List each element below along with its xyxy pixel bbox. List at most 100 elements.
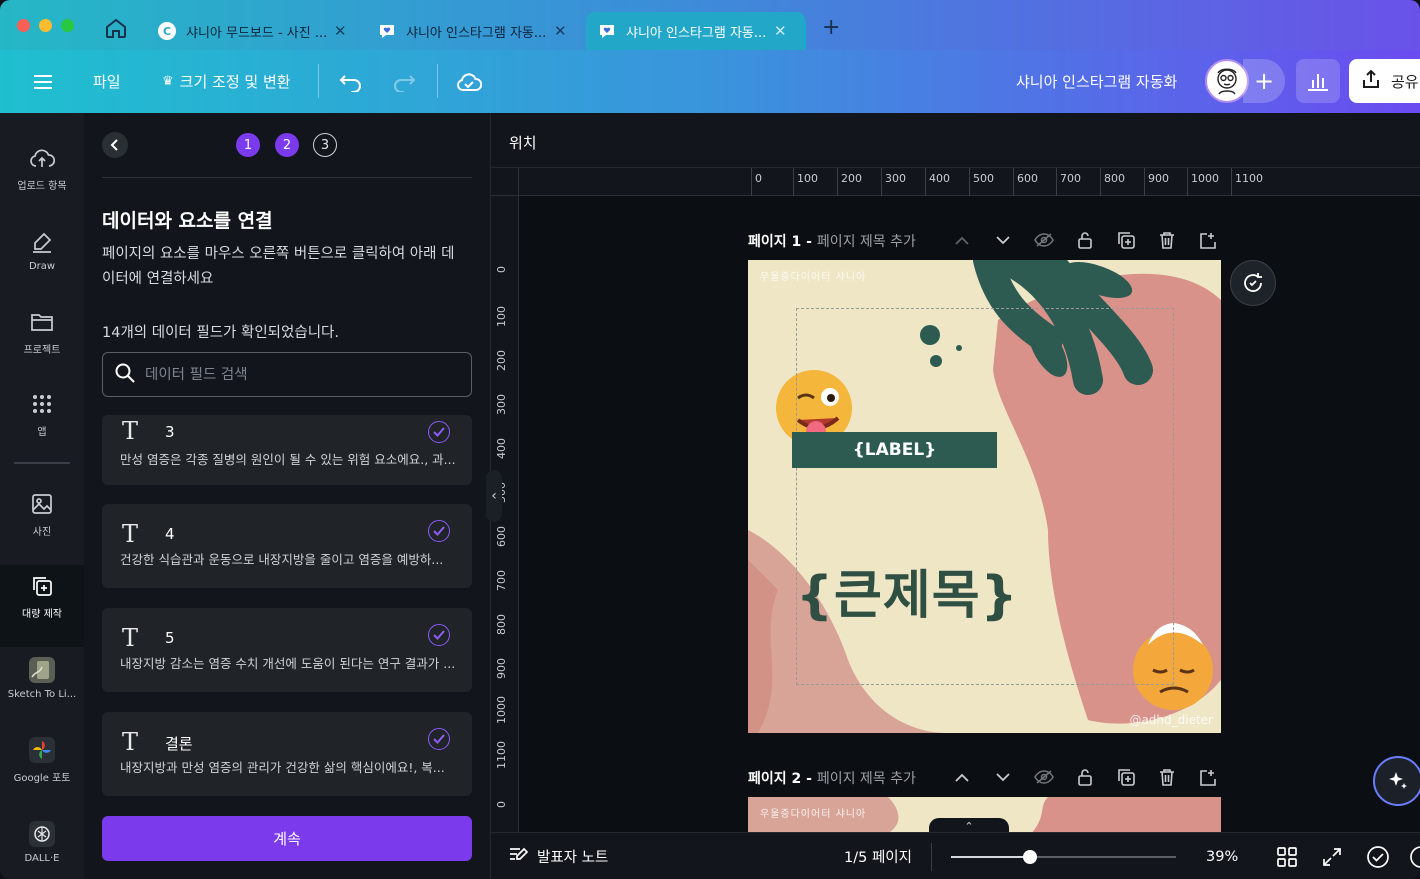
horizontal-ruler[interactable]: 0 100 200 300 400 500 600 700 800 900 10…	[519, 168, 1420, 196]
file-menu-button[interactable]: 파일	[93, 50, 121, 113]
label-placeholder[interactable]: {LABEL}	[792, 432, 997, 468]
zoom-level[interactable]: 39%	[1206, 833, 1238, 879]
sketch-app-icon	[29, 656, 55, 683]
undo-icon[interactable]	[339, 50, 363, 113]
cloud-saved-icon[interactable]	[456, 50, 482, 113]
lock-icon[interactable]	[1064, 228, 1105, 252]
presenter-notes-button[interactable]: 발표자 노트	[509, 833, 608, 879]
ruler-tick: 400	[495, 438, 508, 459]
chevron-up-icon[interactable]	[941, 765, 982, 789]
rail-item-dalle[interactable]: DALL·E	[0, 803, 84, 879]
continue-button[interactable]: 계속	[102, 816, 472, 861]
data-field-card[interactable]: T 결론 내장지방과 만성 염증의 관리가 건강한 삶의 핵심이에요!, 복..…	[102, 712, 472, 796]
brand-text[interactable]: 우울증다이어터 샤니아	[760, 805, 866, 820]
browser-tab-2[interactable]: 샤니아 인스타그램 자동... ✕	[366, 12, 579, 50]
fullscreen-icon[interactable]	[1322, 833, 1342, 879]
folder-icon	[29, 309, 55, 335]
bulk-create-panel: 1 2 3 데이터와 요소를 연결 페이지의 요소를 마우스 오른쪽 버튼으로 …	[84, 113, 490, 879]
minimize-window-button[interactable]	[39, 19, 52, 32]
browser-tab-3[interactable]: 샤니아 인스타그램 자동... ✕	[586, 12, 806, 50]
ruler-corner	[491, 168, 519, 196]
close-tab-icon[interactable]: ✕	[554, 22, 567, 40]
browser-tab-1[interactable]: C 샤니아 무드보드 - 사진 ... ✕	[146, 12, 359, 50]
position-label[interactable]: 위치	[509, 132, 537, 153]
refresh-icon[interactable]	[1230, 260, 1276, 306]
resize-button[interactable]: ♛ 크기 조정 및 변환	[162, 50, 291, 113]
cloud-upload-icon	[29, 145, 55, 171]
hide-page-icon[interactable]	[1023, 228, 1064, 252]
collapse-panel-icon[interactable]: ‹	[486, 470, 502, 522]
rail-label: Google 포토	[13, 772, 71, 784]
rail-label: DALL·E	[24, 852, 60, 864]
google-photos-icon	[29, 736, 55, 763]
duplicate-page-icon[interactable]	[1105, 765, 1146, 789]
help-icon[interactable]	[1409, 833, 1420, 879]
page-title-placeholder[interactable]: 페이지 제목 추가	[817, 771, 916, 787]
text-type-icon: T	[122, 728, 139, 756]
ruler-tick: 700	[495, 570, 508, 591]
chevron-up-icon[interactable]	[941, 228, 982, 252]
page-2-header[interactable]: 페이지 2 - 페이지 제목 추가	[748, 768, 916, 788]
menu-icon[interactable]	[33, 50, 53, 113]
insights-icon[interactable]	[1296, 59, 1340, 103]
share-label: 공유	[1391, 72, 1419, 91]
page-2-controls	[941, 765, 1228, 789]
add-collaborator-button[interactable]: +	[1243, 59, 1285, 103]
ruler-tick: 1100	[495, 741, 508, 769]
rail-item-draw[interactable]: Draw	[0, 211, 84, 289]
design-page-1[interactable]: 우울증다이어터 샤니아 {LABEL} {큰제목} @adhd_dieter	[748, 260, 1221, 733]
share-button[interactable]: 공유	[1349, 59, 1420, 103]
page-number: 페이지 1 -	[748, 234, 817, 250]
check-circle-icon[interactable]	[1366, 833, 1390, 879]
handle-text[interactable]: @adhd_dieter	[1129, 713, 1213, 727]
magic-sparkle-icon[interactable]	[1373, 756, 1420, 806]
close-window-button[interactable]	[17, 19, 30, 32]
home-icon[interactable]	[104, 16, 130, 42]
ruler-tick: 100	[495, 306, 508, 327]
duplicate-page-icon[interactable]	[1105, 228, 1146, 252]
zoom-slider-thumb[interactable]	[1022, 850, 1037, 864]
close-tab-icon[interactable]: ✕	[774, 22, 787, 40]
trash-icon[interactable]	[1146, 228, 1187, 252]
lock-icon[interactable]	[1064, 765, 1105, 789]
grid-view-icon[interactable]	[1277, 833, 1297, 879]
zoom-window-button[interactable]	[61, 19, 74, 32]
selection-frame	[796, 308, 1174, 685]
add-page-icon[interactable]	[1187, 765, 1228, 789]
add-page-icon[interactable]	[1187, 228, 1228, 252]
tab-title: 샤니아 무드보드 - 사진 ...	[186, 25, 326, 41]
zoom-slider[interactable]	[951, 850, 1176, 864]
rail-item-apps[interactable]: 앱	[0, 375, 84, 453]
step-indicator-2: 2	[275, 133, 299, 157]
page-1-header[interactable]: 페이지 1 - 페이지 제목 추가	[748, 231, 916, 251]
data-field-card[interactable]: T 5 내장지방 감소는 염증 수치 개선에 도움이 된다는 연구 결과가 ..…	[102, 608, 472, 692]
new-tab-icon[interactable]: +	[822, 17, 840, 39]
toolbar-divider	[437, 64, 438, 98]
data-field-card[interactable]: T 4 건강한 식습관과 운동으로 내장지방을 줄이고 염증을 예방하...	[102, 504, 472, 588]
back-arrow-icon[interactable]	[102, 132, 128, 158]
search-icon	[115, 363, 135, 387]
data-field-search[interactable]	[102, 352, 472, 397]
trash-icon[interactable]	[1146, 765, 1187, 789]
chevron-down-icon[interactable]	[982, 765, 1023, 789]
rail-item-photos[interactable]: 사진	[0, 475, 84, 553]
rail-item-bulk-create[interactable]: 대량 제작	[0, 557, 84, 635]
redo-icon[interactable]	[392, 50, 416, 113]
big-title-placeholder[interactable]: {큰제목}	[796, 553, 1019, 628]
rail-item-projects[interactable]: 프로젝트	[0, 293, 84, 371]
close-tab-icon[interactable]: ✕	[334, 22, 347, 40]
page-title-placeholder[interactable]: 페이지 제목 추가	[817, 234, 916, 250]
check-circle-icon	[428, 421, 450, 443]
rail-item-google-photos[interactable]: Google 포토	[0, 721, 84, 799]
left-sidebar-rail: 업로드 항목 Draw 프로젝트 앱 사진 대량 제작 Sketch To Li…	[0, 113, 84, 879]
search-input[interactable]	[145, 366, 445, 383]
data-field-card[interactable]: T 3 만성 염증은 각종 질병의 원인이 될 수 있는 위험 요소에요., 과…	[102, 415, 472, 485]
document-title[interactable]: 샤니아 인스타그램 자동화	[1016, 50, 1177, 113]
chevron-down-icon[interactable]	[982, 228, 1023, 252]
page-indicator[interactable]: 1/5 페이지	[844, 833, 912, 879]
brand-text[interactable]: 우울증다이어터 샤니아	[760, 268, 866, 283]
rail-item-uploads[interactable]: 업로드 항목	[0, 129, 84, 207]
rail-item-sketch-to-life[interactable]: Sketch To Li...	[0, 639, 84, 717]
bottom-divider	[931, 843, 932, 871]
hide-page-icon[interactable]	[1023, 765, 1064, 789]
